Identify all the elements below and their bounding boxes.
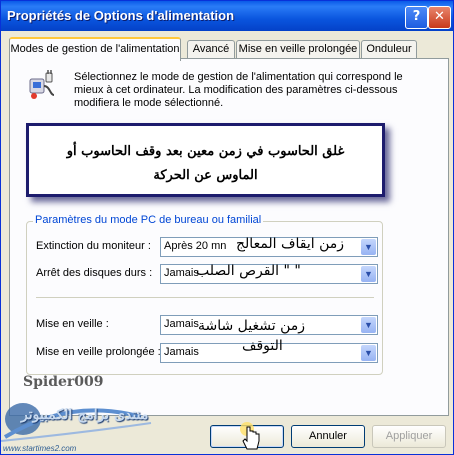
- description-text: Sélectionnez le mode de gestion de l'ali…: [74, 71, 403, 109]
- hibernate-select-value: Jamais: [164, 346, 199, 358]
- power-plug-icon: [29, 70, 55, 99]
- close-button[interactable]: ✕: [428, 6, 451, 29]
- arabic-banner: غلق الحاسوب في زمن معين بعد وقف الحاسوب …: [26, 123, 385, 197]
- standby-select-value: Jamais: [164, 318, 199, 330]
- monitor-label: Extinction du moniteur :: [36, 240, 151, 252]
- hibernate-label: Mise en veille prolongée :: [36, 346, 161, 358]
- title-bar[interactable]: Propriétés de Options d'alimentation ? ✕: [1, 1, 453, 31]
- hand-cursor-icon: [240, 422, 260, 450]
- window-title: Propriétés de Options d'alimentation: [7, 8, 235, 23]
- help-button[interactable]: ?: [405, 6, 428, 29]
- annotation-standby-1: زمن تشغيل شاشة: [198, 318, 306, 334]
- hard-disk-label: Arrêt des disques durs :: [36, 267, 153, 279]
- tab-power-schemes[interactable]: Modes de gestion de l'alimentation: [9, 37, 181, 61]
- watermark: Spider009: [23, 374, 104, 390]
- standby-label: Mise en veille :: [36, 318, 109, 330]
- group-legend: Paramètres du mode PC de bureau ou famil…: [33, 214, 264, 226]
- banner-line-2: الماوس عن الحركة: [153, 168, 258, 183]
- logo-url: www.startimes2.com: [3, 444, 77, 453]
- monitor-select-value: Après 20 mn: [164, 240, 227, 252]
- hard-disk-select-value: Jamais: [164, 267, 199, 279]
- cancel-button[interactable]: Annuler: [291, 425, 365, 448]
- chevron-down-icon[interactable]: ▼: [361, 266, 376, 282]
- banner-line-1: غلق الحاسوب في زمن معين بعد وقف الحاسوب …: [66, 144, 345, 159]
- annotation-disk: " " القرص الصلب: [196, 263, 301, 279]
- annotation-standby-2: التوقف: [242, 338, 283, 354]
- logo-text: منتدى برامج الكمبيوتر: [21, 407, 149, 423]
- chevron-down-icon[interactable]: ▼: [361, 345, 376, 361]
- power-options-window: Propriétés de Options d'alimentation ? ✕…: [0, 0, 454, 455]
- tab-ups[interactable]: Onduleur: [361, 40, 417, 59]
- chevron-down-icon[interactable]: ▼: [361, 239, 376, 255]
- apply-button[interactable]: Appliquer: [372, 425, 446, 448]
- forum-logo: منتدى برامج الكمبيوتر www.startimes2.com: [1, 393, 201, 455]
- tab-hibernate[interactable]: Mise en veille prolongée: [236, 40, 360, 59]
- annotation-monitor: زمن ايقاف المعالج: [236, 236, 345, 252]
- chevron-down-icon[interactable]: ▼: [361, 317, 376, 333]
- tab-advanced[interactable]: Avancé: [187, 40, 235, 59]
- tab-panel: Sélectionnez le mode de gestion de l'ali…: [9, 58, 449, 416]
- group-divider: [36, 297, 374, 298]
